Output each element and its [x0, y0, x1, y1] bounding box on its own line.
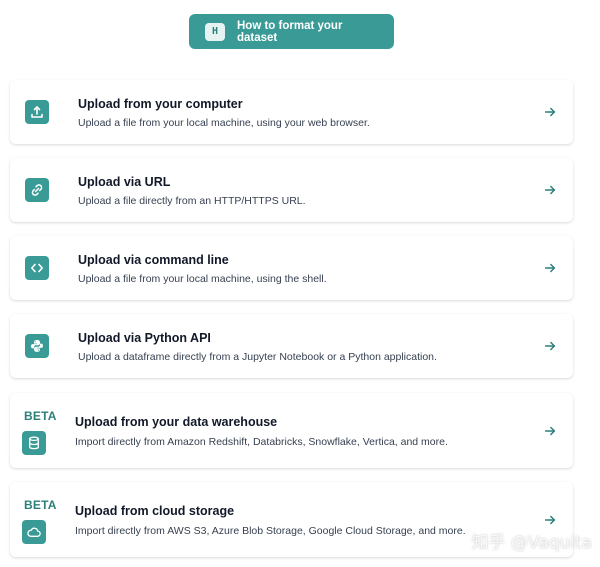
beta-badge: BETA — [24, 409, 57, 423]
h-badge-icon: H — [205, 22, 225, 41]
option-title: Upload from your data warehouse — [75, 415, 278, 429]
upload-icon — [25, 100, 49, 124]
upload-from-computer-card[interactable]: Upload from your computer Upload a file … — [10, 80, 573, 144]
option-description: Upload a file from your local machine, u… — [78, 117, 370, 129]
option-description: Import directly from AWS S3, Azure Blob … — [75, 525, 466, 537]
option-title: Upload via Python API — [78, 331, 211, 345]
database-icon — [22, 431, 46, 455]
cloud-icon — [22, 520, 46, 544]
upload-via-url-card[interactable]: Upload via URL Upload a file directly fr… — [10, 158, 573, 222]
option-title: Upload from cloud storage — [75, 504, 235, 518]
arrow-right-icon — [544, 426, 556, 436]
option-title: Upload from your computer — [78, 97, 243, 111]
option-title: Upload via URL — [78, 175, 171, 189]
arrow-right-icon — [544, 185, 556, 195]
code-icon — [25, 256, 49, 280]
python-icon — [25, 334, 49, 358]
upload-via-python-api-card[interactable]: Upload via Python API Upload a dataframe… — [10, 314, 573, 378]
beta-badge: BETA — [24, 498, 57, 512]
link-icon — [25, 178, 49, 202]
arrow-right-icon — [544, 515, 556, 525]
arrow-right-icon — [544, 107, 556, 117]
how-to-format-dataset-button[interactable]: H How to format your dataset — [189, 14, 394, 49]
arrow-right-icon — [544, 341, 556, 351]
upload-via-command-line-card[interactable]: Upload via command line Upload a file fr… — [10, 236, 573, 300]
option-description: Upload a file from your local machine, u… — [78, 273, 327, 285]
option-description: Import directly from Amazon Redshift, Da… — [75, 436, 448, 448]
arrow-right-icon — [544, 263, 556, 273]
upload-from-cloud-storage-card[interactable]: BETA Upload from cloud storage Import di… — [10, 482, 573, 557]
option-description: Upload a dataframe directly from a Jupyt… — [78, 351, 437, 363]
option-description: Upload a file directly from an HTTP/HTTP… — [78, 195, 306, 207]
option-title: Upload via command line — [78, 253, 229, 267]
upload-from-data-warehouse-card[interactable]: BETA Upload from your data warehouse Imp… — [10, 393, 573, 468]
how-to-format-dataset-label: How to format your dataset — [237, 19, 343, 44]
